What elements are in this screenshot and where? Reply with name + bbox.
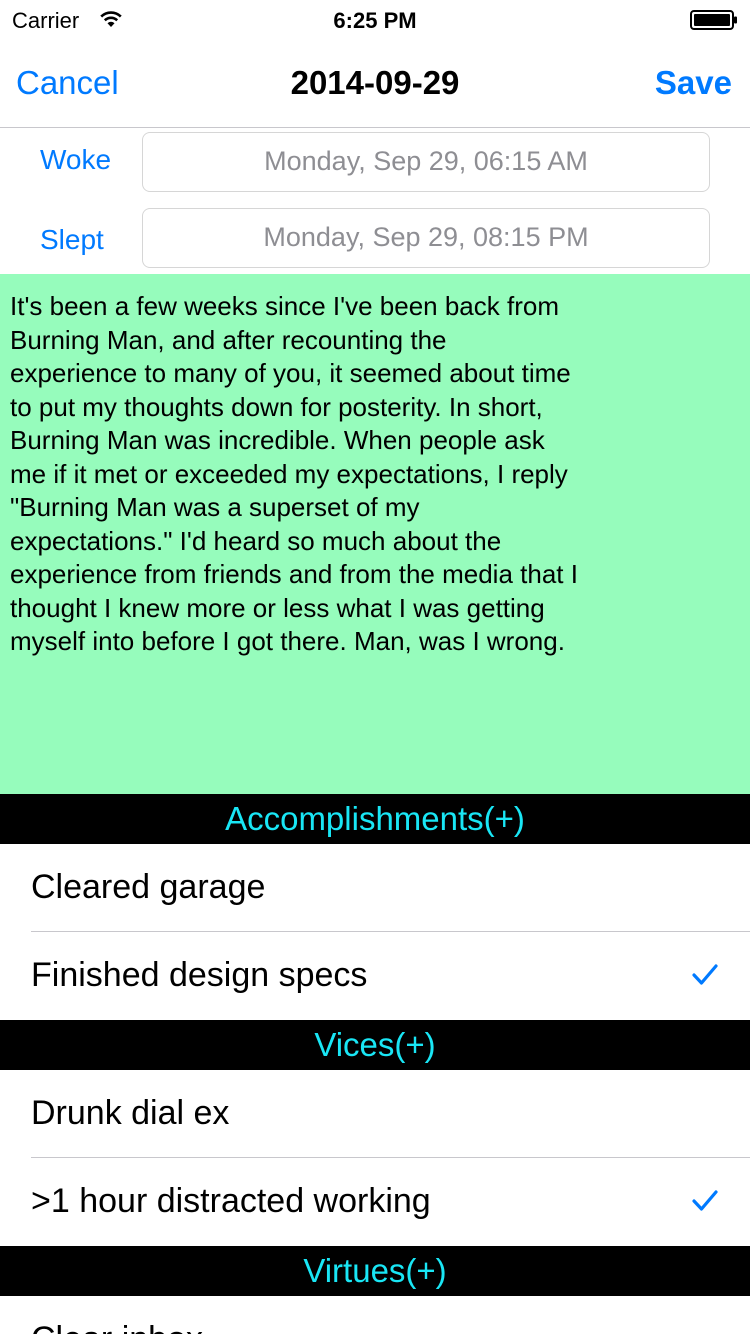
checkmark-icon [692,964,718,985]
item-label: Finished design specs [31,956,368,994]
list-item[interactable]: Clear inbox [0,1296,750,1334]
item-label: Clear inbox [31,1320,203,1334]
accomplishments-header[interactable]: Accomplishments(+) [0,794,750,844]
woke-label: Woke [40,144,112,175]
list-item[interactable]: Drunk dial ex [0,1070,750,1158]
journal-text-area[interactable]: It's been a few weeks since I've been ba… [0,274,750,794]
item-label: Cleared garage [31,868,266,906]
item-label: >1 hour distracted working [31,1182,431,1220]
virtues-header[interactable]: Virtues(+) [0,1246,750,1296]
slept-row: Slept Monday, Sep 29, 08:15 PM [0,208,750,268]
vices-header[interactable]: Vices(+) [0,1020,750,1070]
item-label: Drunk dial ex [31,1094,230,1132]
checkmark-icon [692,1190,718,1211]
status-bar: Carrier 6:25 PM [0,0,750,40]
list-item[interactable]: Finished design specs [0,932,750,1020]
woke-time-field[interactable]: Monday, Sep 29, 06:15 AM [142,132,710,192]
list-item[interactable]: Cleared garage [0,844,750,932]
navigation-bar: Cancel 2014-09-29 Save [0,40,750,128]
slept-time-field[interactable]: Monday, Sep 29, 08:15 PM [142,208,710,268]
slept-label: Slept [40,224,104,255]
page-title: 2014-09-29 [290,64,460,101]
woke-row: Woke Monday, Sep 29, 06:15 AM [0,132,750,192]
save-button[interactable]: Save [655,64,732,102]
status-time: 6:25 PM [333,8,417,33]
list-item[interactable]: >1 hour distracted working [0,1158,750,1246]
battery-icon [690,10,737,30]
